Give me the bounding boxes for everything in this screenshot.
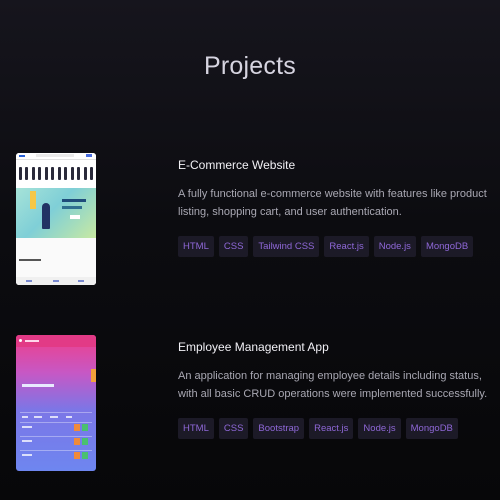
tech-tag-bootstrap: Bootstrap <box>253 418 305 439</box>
tech-tag-react: React.js <box>324 236 369 257</box>
project-title: Employee Management App <box>178 340 329 354</box>
thumbnail-cart-icon <box>86 154 92 157</box>
tech-tag-node: Node.js <box>373 236 416 257</box>
project-thumbnail-employee[interactable] <box>16 335 96 471</box>
project-info-employee: Employee Management App An application f… <box>178 335 488 439</box>
thumbnail-hero-banner <box>16 188 96 238</box>
project-description: An application for managing employee det… <box>178 370 488 400</box>
thumbnail-category <box>38 167 42 180</box>
tech-tag-css: CSS <box>218 236 249 257</box>
tech-tag-html: HTML <box>178 236 214 257</box>
tech-tag-list: HTML CSS Bootstrap React.js Node.js Mong… <box>178 418 488 439</box>
tech-tag-react: React.js <box>309 418 354 439</box>
thumbnail-banner-graphic <box>30 191 36 209</box>
thumbnail-category <box>89 167 93 180</box>
tech-tag-list: HTML CSS Tailwind CSS React.js Node.js M… <box>178 236 488 257</box>
thumbnail-list-heading <box>22 384 54 387</box>
tech-tag-css: CSS <box>218 418 249 439</box>
tech-tag-tailwind: Tailwind CSS <box>253 236 320 257</box>
project-card-employee: Employee Management App An application f… <box>0 335 500 471</box>
thumbnail-category <box>64 167 68 180</box>
thumbnail-category <box>57 167 61 180</box>
page-title: Projects <box>204 52 296 80</box>
thumbnail-section-heading <box>19 259 41 261</box>
tech-tag-mongodb: MongoDB <box>405 418 458 439</box>
thumbnail-logo <box>19 339 22 342</box>
thumbnail-employee-table <box>20 412 92 466</box>
thumbnail-category <box>31 167 35 180</box>
thumbnail-category-strip <box>19 167 93 181</box>
thumbnail-footer <box>16 277 96 285</box>
project-card-ecommerce: E-Commerce Website A fully functional e-… <box>0 153 500 285</box>
thumbnail-category <box>44 167 48 180</box>
thumbnail-category <box>77 167 81 180</box>
thumbnail-banner-button <box>70 215 80 219</box>
thumbnail-banner-figure <box>42 203 50 229</box>
project-thumbnail-ecommerce[interactable] <box>16 153 96 285</box>
thumbnail-navbar <box>16 335 96 347</box>
thumbnail-banner-text <box>62 199 86 202</box>
thumbnail-category <box>51 167 55 180</box>
thumbnail-logo <box>19 155 25 157</box>
thumbnail-banner-subtext <box>62 206 82 209</box>
tech-tag-node: Node.js <box>358 418 401 439</box>
project-description: A fully functional e-commerce website wi… <box>178 188 487 218</box>
thumbnail-category <box>19 167 22 180</box>
thumbnail-brand-text <box>25 340 39 342</box>
thumbnail-navbar <box>16 153 96 160</box>
project-title: E-Commerce Website <box>178 158 296 172</box>
thumbnail-side-tab <box>91 369 96 382</box>
thumbnail-category <box>25 167 29 180</box>
thumbnail-search-bar <box>36 154 74 157</box>
project-info-ecommerce: E-Commerce Website A fully functional e-… <box>178 153 488 257</box>
tech-tag-html: HTML <box>178 418 214 439</box>
thumbnail-category <box>83 167 87 180</box>
tech-tag-mongodb: MongoDB <box>420 236 474 257</box>
thumbnail-category <box>70 167 74 180</box>
